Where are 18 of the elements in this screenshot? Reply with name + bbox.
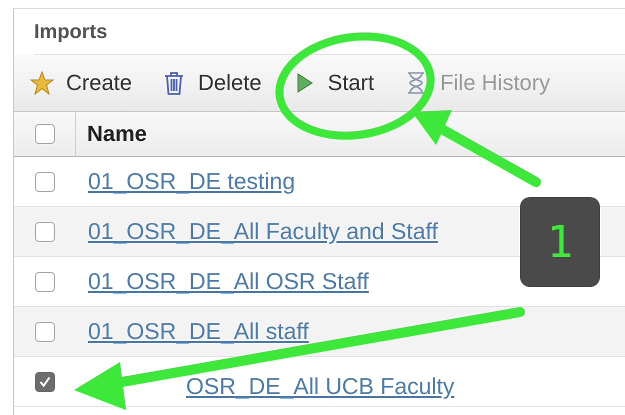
import-link[interactable]: 01_OSR_DE_All OSR Staff — [88, 268, 369, 295]
toolbar-button[interactable]: Delete — [162, 66, 262, 100]
import-link[interactable]: 01_OSR_DE_All Faculty and Staff — [88, 218, 438, 245]
import-link[interactable]: 01_OSR_DE_All staff — [88, 318, 309, 345]
row-checkbox[interactable] — [35, 372, 55, 392]
import-link[interactable]: OSR_DE_All UCB Faculty — [186, 373, 454, 400]
star-icon — [30, 71, 54, 95]
panel-title: Imports — [34, 21, 108, 43]
step-badge: 1 — [520, 197, 600, 287]
row-checkbox[interactable] — [35, 322, 55, 342]
import-link[interactable]: 01_OSR_DE testing — [88, 168, 296, 195]
toolbar-button[interactable]: Start — [292, 66, 374, 100]
column-header: Name — [87, 121, 147, 147]
toolbar-button[interactable]: Create — [30, 66, 132, 100]
row-checkbox[interactable] — [35, 272, 55, 292]
row-checkbox[interactable] — [35, 172, 55, 192]
row-checkbox[interactable] — [35, 222, 55, 242]
select-all-checkbox[interactable] — [34, 124, 54, 144]
